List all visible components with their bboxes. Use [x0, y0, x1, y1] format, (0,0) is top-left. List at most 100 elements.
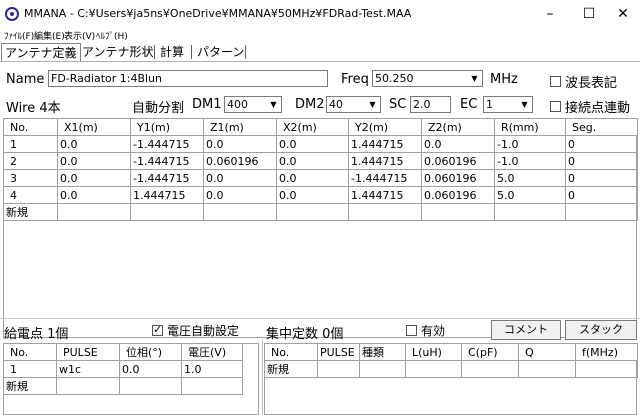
table-cell[interactable]: 0.0 [57, 135, 131, 153]
table-cell[interactable] [575, 360, 638, 378]
stack-button[interactable]: スタック [565, 320, 637, 340]
table-cell[interactable]: 0 [565, 169, 638, 187]
table-cell[interactable]: 0.060196 [421, 186, 495, 204]
table-cell[interactable]: 0.060196 [421, 152, 495, 170]
table-cell[interactable] [348, 203, 422, 221]
table-cell[interactable]: 1.444715 [348, 135, 422, 153]
table-cell[interactable]: 0.060196 [203, 152, 277, 170]
table-row-new[interactable]: 新規 [264, 360, 638, 378]
table-cell[interactable] [276, 203, 349, 221]
column-header[interactable]: C(pF) [461, 343, 519, 361]
table-cell[interactable] [518, 360, 576, 378]
chevron-down-icon[interactable]: ▼ [467, 71, 482, 86]
chevron-down-icon[interactable]: ▼ [266, 97, 281, 112]
table-cell[interactable]: 0.0 [203, 169, 277, 187]
table-cell[interactable]: -1.0 [494, 135, 566, 153]
table-row[interactable]: 3 0.0 -1.444715 0.0 0.0 -1.444715 0.0601… [3, 169, 638, 187]
comment-button[interactable]: コメント [491, 320, 561, 340]
tab-calculation[interactable]: 計算 [157, 43, 187, 61]
sc-input[interactable]: 2.0 [410, 96, 451, 113]
table-cell[interactable]: -1.444715 [348, 169, 422, 187]
chevron-down-icon[interactable]: ▼ [517, 97, 532, 112]
table-cell[interactable]: 0.0 [203, 186, 277, 204]
column-header[interactable]: PULSE [56, 343, 120, 361]
tab-antenna-shape[interactable]: アンテナ形状 [79, 43, 157, 61]
table-cell[interactable] [421, 203, 495, 221]
table-cell[interactable] [130, 203, 204, 221]
column-header[interactable]: 位相(°) [119, 343, 182, 361]
tab-antenna-definition[interactable]: アンテナ定義 [1, 43, 81, 61]
table-row[interactable]: 1 0.0 -1.444715 0.0 0.0 1.444715 0.0 -1.… [3, 135, 638, 153]
column-header[interactable]: Seg. [565, 118, 638, 136]
new-row-cell[interactable]: 新規 [264, 360, 318, 378]
table-cell[interactable] [56, 377, 120, 395]
maximize-button[interactable]: ☐ [574, 4, 604, 24]
table-cell[interactable] [494, 203, 566, 221]
minimize-button[interactable]: – [535, 4, 565, 24]
column-header[interactable]: Y1(m) [130, 118, 204, 136]
table-cell[interactable] [119, 377, 182, 395]
close-button[interactable]: ✕ [608, 4, 638, 24]
table-cell[interactable]: 1.0 [181, 360, 243, 378]
table-cell[interactable]: 5.0 [494, 169, 566, 187]
table-cell[interactable]: 0.0 [57, 186, 131, 204]
table-cell[interactable]: w1c [56, 360, 120, 378]
table-cell[interactable] [359, 360, 406, 378]
table-cell[interactable] [405, 360, 462, 378]
table-cell[interactable] [565, 203, 638, 221]
column-header[interactable]: PULSE [317, 343, 360, 361]
ec-dropdown[interactable]: 1 ▼ [483, 96, 533, 113]
table-cell[interactable]: 4 [3, 186, 58, 204]
column-header[interactable]: f(MHz) [575, 343, 638, 361]
table-cell[interactable]: -1.444715 [130, 169, 204, 187]
table-cell[interactable]: 0.060196 [421, 169, 495, 187]
column-header[interactable]: X2(m) [276, 118, 349, 136]
table-cell[interactable]: -1.444715 [130, 152, 204, 170]
table-cell[interactable] [461, 360, 519, 378]
table-cell[interactable] [181, 377, 243, 395]
table-cell[interactable]: 1.444715 [348, 152, 422, 170]
table-cell[interactable]: 0 [565, 152, 638, 170]
table-cell[interactable]: 0.0 [203, 135, 277, 153]
column-header[interactable]: R(mm) [494, 118, 566, 136]
freq-dropdown[interactable]: 50.250 ▼ [372, 70, 483, 87]
table-cell[interactable] [57, 203, 131, 221]
column-header[interactable]: Y2(m) [348, 118, 422, 136]
table-cell[interactable]: 1.444715 [348, 186, 422, 204]
chevron-down-icon[interactable]: ▼ [365, 97, 380, 112]
table-cell[interactable]: 0.0 [276, 186, 349, 204]
table-cell[interactable]: 0 [565, 186, 638, 204]
table-cell[interactable]: -1.444715 [130, 135, 204, 153]
column-header[interactable]: Z1(m) [203, 118, 277, 136]
table-cell[interactable]: -1.0 [494, 152, 566, 170]
table-cell[interactable]: 1 [3, 135, 58, 153]
auto-voltage-checkbox[interactable] [152, 323, 163, 336]
table-cell[interactable]: 0.0 [276, 169, 349, 187]
name-input[interactable]: FD-Radiator 1:4Blun [48, 70, 328, 87]
loads-enabled-checkbox[interactable] [406, 325, 417, 336]
dm2-dropdown[interactable]: 40 ▼ [326, 96, 381, 113]
column-header[interactable]: No. [3, 118, 58, 136]
new-row-cell[interactable]: 新規 [3, 203, 58, 221]
connect-checkbox[interactable] [550, 101, 561, 112]
table-cell[interactable]: 2 [3, 152, 58, 170]
table-cell[interactable]: 5.0 [494, 186, 566, 204]
table-cell[interactable]: 3 [3, 169, 58, 187]
dm1-dropdown[interactable]: 400 ▼ [224, 96, 282, 113]
table-cell[interactable]: 1 [3, 360, 57, 378]
column-header[interactable]: No. [264, 343, 318, 361]
table-row-new[interactable]: 新規 [3, 203, 638, 221]
wavelength-checkbox[interactable] [550, 76, 561, 87]
table-cell[interactable]: 1.444715 [130, 186, 204, 204]
tab-pattern[interactable]: パターン [194, 43, 247, 61]
table-row[interactable]: 4 0.0 1.444715 0.0 0.0 1.444715 0.060196… [3, 186, 638, 204]
menu-file[interactable]: ﾌｧｲﾙ(F) [4, 29, 34, 42]
table-cell[interactable]: 0 [565, 135, 638, 153]
table-cell[interactable] [203, 203, 277, 221]
menu-help[interactable]: ﾍﾙﾌﾟ(H) [96, 29, 128, 42]
table-row[interactable]: 1 w1c 0.0 1.0 [3, 360, 243, 378]
table-cell[interactable]: 0.0 [119, 360, 182, 378]
column-header[interactable]: L(uH) [405, 343, 462, 361]
panel-splitter[interactable] [262, 340, 263, 415]
menu-view[interactable]: 表示(V) [64, 29, 95, 42]
